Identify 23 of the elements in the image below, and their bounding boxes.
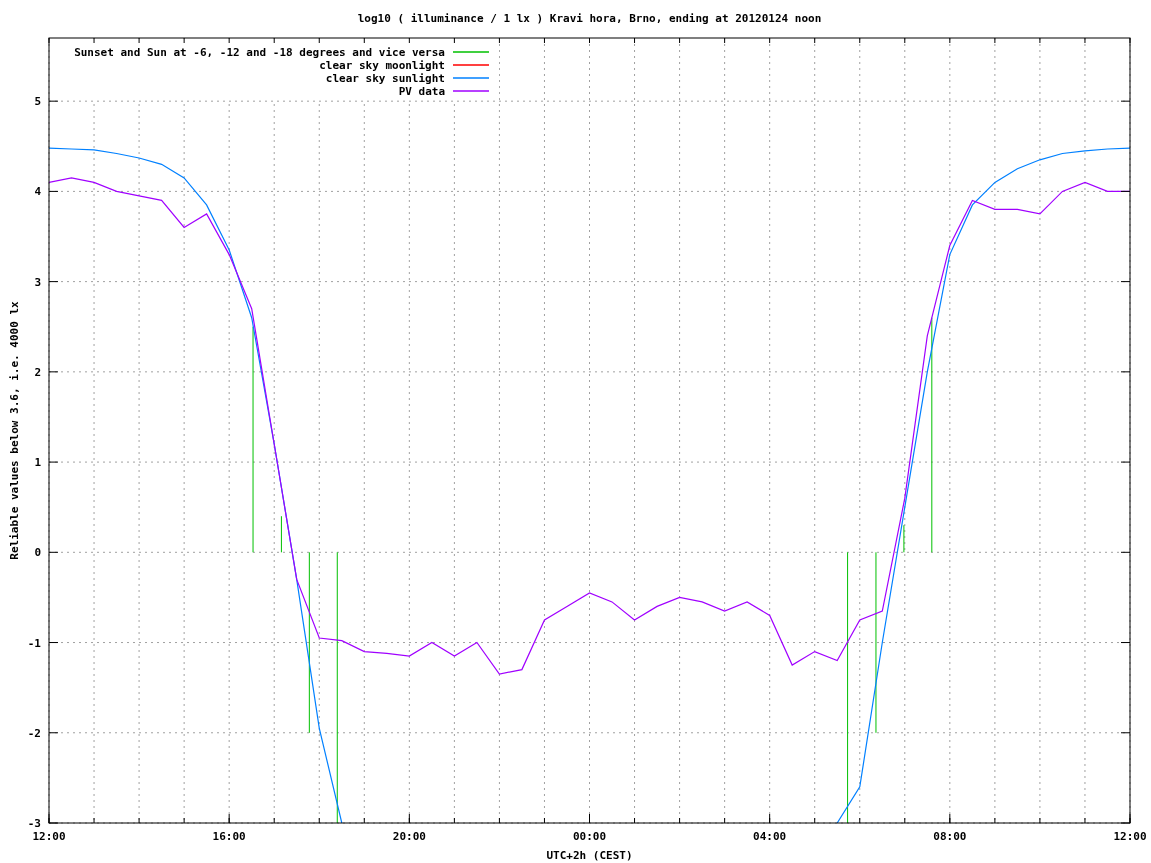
x-tick-label: 08:00 (933, 830, 967, 843)
x-tick-label: 20:00 (392, 830, 426, 843)
x-tick-label: 00:00 (572, 830, 607, 843)
legend-label: clear sky moonlight (319, 59, 445, 72)
x-tick-label: 12:00 (32, 830, 66, 843)
y-tick-label: 2 (34, 365, 41, 379)
y-tick-label: 1 (34, 456, 41, 470)
x-axis-label: UTC+2h (CEST) (546, 849, 633, 862)
y-tick-label: -2 (27, 726, 41, 740)
x-tick-label: 04:00 (753, 830, 787, 843)
legend-label: clear sky sunlight (325, 72, 445, 85)
legend-label: Sunset and Sun at -6, -12 and -18 degrees and vice versa (74, 46, 445, 59)
y-tick-label: 4 (34, 185, 41, 199)
y-tick-label: 5 (34, 95, 41, 109)
y-tick-label: -1 (27, 636, 41, 650)
y-tick-label: 0 (34, 546, 41, 560)
y-tick-label: 3 (34, 275, 41, 289)
y-tick-label: -3 (27, 817, 41, 830)
x-tick-label: 16:00 (212, 830, 246, 843)
x-tick-label: 12:00 (1113, 830, 1147, 843)
legend-label: PV data (398, 85, 445, 98)
chart-title: log10 ( illuminance / 1 lx ) Kravi hora, Brno, ending at 20120124 noon (357, 12, 822, 25)
y-axis-label: Reliable values below 3.6, i.e. 4000 lx (8, 301, 21, 560)
